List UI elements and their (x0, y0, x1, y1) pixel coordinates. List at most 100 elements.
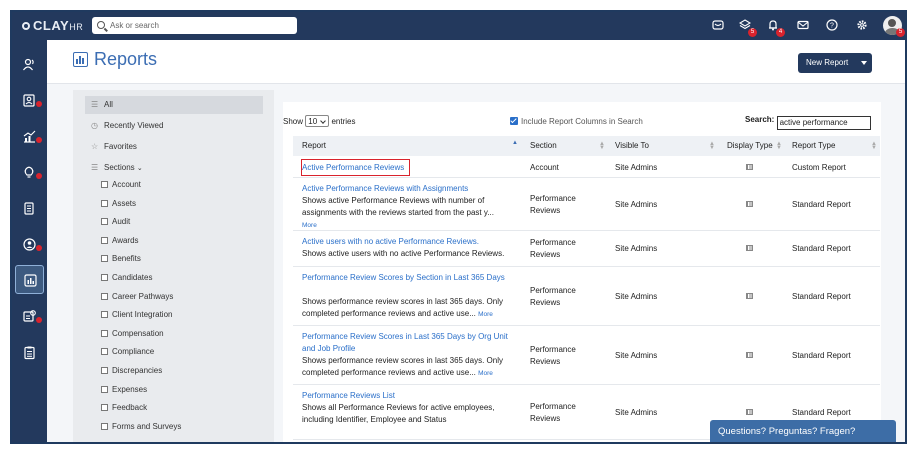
search-placeholder: Ask or search (110, 21, 159, 30)
training-alert-dot (36, 317, 42, 323)
section-item[interactable]: Expenses (101, 383, 147, 397)
mail-icon[interactable] (796, 19, 809, 32)
section-checkbox[interactable] (101, 422, 108, 430)
nav-tasks[interactable] (15, 338, 44, 367)
section-cell: Performance Reviews (530, 238, 576, 259)
nav-recruiting[interactable] (15, 86, 44, 115)
report-description-text: Shows active users with no active Perfor… (302, 249, 505, 258)
report-type-cell: Standard Report (792, 407, 851, 417)
top-bar: CLAYHR Ask or search 5 4 ? 5 (12, 12, 905, 40)
report-link[interactable]: Performance Review Scores by Section in … (302, 272, 514, 284)
table-row[interactable]: Performance Review Scores by Section in … (293, 267, 880, 326)
table-row[interactable]: Active Performance Reviews with Assignme… (293, 178, 880, 231)
section-item[interactable]: Feedback (101, 401, 147, 415)
sort-icon[interactable]: ▲ ▼ (599, 141, 605, 151)
section-checkbox[interactable] (101, 385, 108, 393)
clock-icon: ◷ (91, 121, 98, 130)
col-report[interactable]: Report (302, 136, 326, 156)
nav-reports[interactable] (15, 265, 44, 294)
nav-people[interactable] (15, 50, 44, 79)
section-item[interactable]: Career Pathways (101, 290, 173, 304)
table-row[interactable]: Active users with no active Performance … (293, 231, 880, 267)
visible-to-cell: Site Admins (615, 350, 658, 360)
section-checkbox[interactable] (101, 274, 108, 281)
section-item[interactable]: Benefits (101, 252, 141, 266)
chevron-down-icon: ⌄ (136, 165, 143, 172)
col-display-type[interactable]: Display Type (727, 136, 773, 156)
entries-control: Show 10 entries (283, 115, 356, 127)
section-item[interactable]: Awards (101, 234, 139, 248)
section-item[interactable]: Forms and Surveys (101, 420, 181, 434)
category-all-row[interactable]: ☰ All (91, 98, 113, 112)
nav-analytics[interactable] (15, 122, 44, 151)
section-item[interactable]: Compensation (101, 327, 164, 341)
nav-documents[interactable] (15, 194, 44, 223)
new-report-label: New Report (806, 58, 849, 67)
section-checkbox[interactable] (101, 218, 108, 226)
section-item[interactable]: Assets (101, 197, 136, 211)
report-description-text: Shows performance review scores in last … (302, 356, 503, 377)
entries-select[interactable]: 10 (305, 115, 330, 127)
report-link[interactable]: Performance Review Scores in Last 365 Da… (302, 331, 514, 355)
sort-asc-icon[interactable]: ▲ (512, 140, 518, 146)
nav-ideas[interactable] (15, 158, 44, 187)
more-link[interactable]: More (478, 370, 493, 377)
col-section[interactable]: Section (530, 136, 557, 156)
section-checkbox[interactable] (101, 199, 108, 207)
section-item[interactable]: Compliance (101, 345, 154, 359)
section-checkbox[interactable] (101, 236, 108, 244)
table-display-icon (746, 200, 753, 207)
gear-icon[interactable] (855, 19, 868, 32)
report-description: Shows all Performance Reviews for active… (302, 402, 514, 426)
nav-profile[interactable] (15, 230, 44, 259)
report-link[interactable]: Performance Reviews List (302, 390, 514, 402)
new-report-button[interactable]: New Report (798, 53, 872, 73)
entries-label: entries (331, 117, 356, 126)
chat-widget[interactable]: Questions? Preguntas? Fragen? (710, 420, 896, 442)
table-search-input[interactable]: active performance (776, 116, 871, 130)
section-item[interactable]: Candidates (101, 271, 152, 285)
global-search-input[interactable]: Ask or search (92, 17, 297, 34)
report-link[interactable]: Active Performance Reviews with Assignme… (302, 183, 514, 195)
section-item[interactable]: Audit (101, 215, 130, 229)
sort-icon[interactable]: ▲ ▼ (871, 141, 877, 151)
sections-toggle[interactable]: ☰ Sections ⌄ (91, 161, 143, 175)
category-recently-viewed[interactable]: ◷ Recently Viewed (91, 119, 163, 133)
col-visible-to[interactable]: Visible To (615, 136, 649, 156)
help-icon[interactable]: ? (825, 19, 838, 32)
col-report-type[interactable]: Report Type (792, 136, 835, 156)
report-link[interactable]: Active users with no active Performance … (302, 236, 514, 248)
include-columns-checkbox[interactable] (510, 117, 518, 125)
lightbulb-icon (24, 166, 34, 178)
more-link[interactable]: More (478, 311, 493, 318)
section-checkbox[interactable] (101, 311, 108, 319)
section-checkbox[interactable] (101, 404, 108, 412)
section-item[interactable]: Client Integration (101, 308, 172, 322)
section-checkbox[interactable] (101, 292, 108, 300)
section-item[interactable]: Account (101, 178, 141, 192)
chevron-down-icon[interactable] (861, 61, 867, 65)
sort-icon[interactable]: ▲ ▼ (776, 141, 782, 151)
section-checkbox[interactable] (101, 348, 108, 356)
section-checkbox[interactable] (101, 367, 108, 374)
category-favorites[interactable]: ☆ Favorites (91, 140, 137, 154)
section-item[interactable]: Discrepancies (101, 364, 162, 378)
nav-training[interactable] (15, 302, 44, 331)
include-columns-control[interactable]: Include Report Columns in Search (510, 117, 643, 126)
section-label: Compensation (112, 328, 164, 338)
table-header: Report ▲ Section ▲ ▼ Visible To ▲ ▼ Displa… (293, 136, 880, 156)
section-checkbox[interactable] (101, 329, 108, 337)
sort-icon[interactable]: ▲ ▼ (709, 141, 715, 151)
section-checkbox[interactable] (101, 181, 108, 188)
table-row[interactable]: Performance Review Scores in Last 365 Da… (293, 326, 880, 385)
visible-to-cell: Site Admins (615, 407, 658, 417)
inbox-icon[interactable] (711, 19, 724, 32)
show-label: Show (283, 117, 304, 126)
document-icon (24, 202, 34, 215)
table-search-control: Search: active performance (745, 115, 871, 130)
section-cell: Account (530, 163, 559, 172)
section-checkbox[interactable] (101, 255, 108, 263)
section-label: Awards (112, 235, 139, 245)
more-link[interactable]: More (302, 222, 317, 229)
clayhr-logo[interactable]: CLAYHR (22, 18, 83, 33)
